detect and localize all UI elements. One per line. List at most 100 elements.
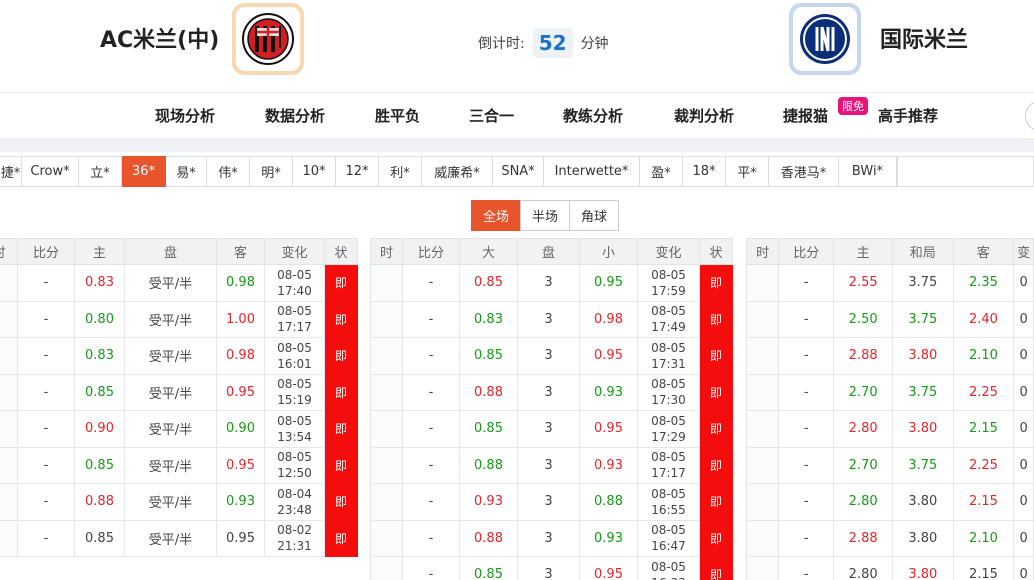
bookmaker-tab[interactable]: 18*: [683, 156, 726, 187]
time-cell: [745, 300, 780, 338]
score-cell: -: [402, 264, 460, 302]
nav-data-analysis[interactable]: 数据分析: [265, 105, 325, 126]
away-team-logo[interactable]: [789, 3, 861, 75]
table-row[interactable]: -2.80 3.80 2.15 0: [745, 483, 1034, 521]
change-time-cell: 08-05 17:31: [637, 337, 700, 375]
draw-odds-cell: 3.75: [892, 264, 954, 302]
away-win-odds-cell: 2.35: [952, 264, 1015, 302]
bookmaker-tab[interactable]: 36*: [122, 156, 166, 187]
bookmaker-tab[interactable]: 盈*: [640, 156, 683, 187]
change-date: 08-05: [277, 304, 312, 319]
bookmaker-tab[interactable]: 立*: [79, 156, 122, 187]
bookmaker-tab[interactable]: 威廉希*: [422, 156, 493, 187]
home-team-name[interactable]: AC米兰(中): [100, 22, 219, 54]
table-row[interactable]: -0.83 3 0.98 08-05 17:49 即: [370, 300, 733, 338]
table-row[interactable]: -0.8530.9508-0516:33即: [370, 556, 733, 580]
table-row[interactable]: -2.70 3.75 2.25 0: [745, 373, 1034, 411]
bookmaker-tab[interactable]: 明*: [250, 156, 293, 187]
table-row[interactable]: -0.80 受平/半 1.00 08-05 17:17 即: [0, 300, 358, 338]
table-row[interactable]: -0.85 3 0.95 08-05 17:29 即: [370, 410, 733, 448]
bookmaker-tab[interactable]: 平*: [726, 156, 769, 187]
table-row[interactable]: -0.88 3 0.93 08-05 17:30 即: [370, 373, 733, 411]
home-win-odds-cell: 2.55: [833, 264, 893, 302]
table-row[interactable]: -0.93 3 0.88 08-05 16:55 即: [370, 483, 733, 521]
bookmaker-tab[interactable]: Interwette*: [544, 156, 640, 187]
bookmaker-tab[interactable]: 10*: [293, 156, 336, 187]
bookmaker-tab[interactable]: Crow*: [22, 156, 79, 187]
handicap-line-cell: 受平/半: [124, 446, 217, 484]
home-win-odds-cell: 2.70: [833, 373, 893, 411]
score-cell: -: [17, 519, 75, 557]
table-row[interactable]: -0.90 受平/半 0.90 08-05 13:54 即: [0, 410, 358, 448]
bookmaker-tab[interactable]: 伟*: [207, 156, 250, 187]
change-time: 12:50: [277, 466, 312, 481]
score-cell: -: [778, 519, 835, 557]
away-win-odds-cell: 2.15: [952, 556, 1015, 580]
time-cell: [370, 373, 403, 411]
table-row[interactable]: -2.88 3.80 2.10 0: [745, 519, 1034, 557]
home-odds-cell: 0.85: [74, 373, 125, 411]
table-row[interactable]: -0.85 3 0.95 08-05 17:31 即: [370, 337, 733, 375]
free-badge: 限免: [838, 97, 869, 115]
ac-milan-crest-icon: [242, 13, 294, 65]
table-row[interactable]: -2.70 3.75 2.25 0: [745, 446, 1034, 484]
table-header-row: 时比分主盘客变化状: [0, 238, 358, 265]
nav-coach-analysis[interactable]: 教练分析: [563, 105, 623, 126]
table-row[interactable]: -2.80 3.80 2.15 0: [745, 556, 1034, 580]
change-date: 08-05: [651, 559, 686, 574]
away-odds-cell: 0.98: [216, 264, 265, 302]
column-header: 小: [579, 238, 638, 265]
nav-win-draw-lose[interactable]: 胜平负: [375, 105, 420, 126]
table-row[interactable]: -2.50 3.75 2.40 0: [745, 300, 1034, 338]
change-time-cell: 08-05 17:29: [637, 410, 700, 448]
nav-jiebao-cat[interactable]: 捷报猫 限免: [783, 97, 869, 126]
home-win-odds-cell: 2.70: [833, 446, 893, 484]
nav-three-in-one[interactable]: 三合一: [469, 105, 514, 126]
change-time: 17:31: [651, 356, 686, 371]
state-cell: 即: [699, 300, 733, 338]
nav-onsite-analysis[interactable]: 现场分析: [155, 105, 215, 126]
period-half-time[interactable]: 半场: [520, 200, 570, 231]
home-team-logo[interactable]: [232, 3, 304, 75]
away-team-name[interactable]: 国际米兰: [880, 22, 968, 54]
countdown: 倒计时: 52 分钟: [478, 28, 609, 58]
away-win-odds-cell: 2.15: [952, 483, 1015, 521]
table-row[interactable]: -2.80 3.80 2.15 0: [745, 410, 1034, 448]
table-row[interactable]: -0.85 受平/半 0.95 08-05 15:19 即: [0, 373, 358, 411]
column-header: 状: [699, 238, 733, 265]
table-row[interactable]: -0.83 受平/半 0.98 08-05 16:01 即: [0, 337, 358, 375]
table-row[interactable]: -0.85 受平/半 0.95 08-05 12:50 即: [0, 446, 358, 484]
period-full-time[interactable]: 全场: [471, 200, 521, 231]
nav-referee-analysis[interactable]: 裁判分析: [674, 105, 734, 126]
column-header: 盘: [517, 238, 580, 265]
table-header-row: 时比分大盘小变化状: [370, 238, 733, 265]
time-cell: [745, 446, 780, 484]
bookmaker-tab[interactable]: 易*: [166, 156, 207, 187]
column-header: 时: [370, 238, 403, 265]
over-odds-cell: 0.85: [459, 556, 518, 580]
home-odds-cell: 0.83: [74, 264, 125, 302]
table-row[interactable]: -0.88 3 0.93 08-05 16:47 即: [370, 519, 733, 557]
score-cell: -: [778, 300, 835, 338]
table-row[interactable]: -0.88 受平/半 0.93 08-04 23:48 即: [0, 483, 358, 521]
bookmaker-tab[interactable]: 捷*: [0, 156, 22, 187]
table-row[interactable]: -2.55 3.75 2.35 0: [745, 264, 1034, 302]
bookmaker-tab[interactable]: 利*: [379, 156, 422, 187]
table-row[interactable]: -0.88 3 0.93 08-05 17:17 即: [370, 446, 733, 484]
change-date: 08-05: [651, 413, 686, 428]
table-row[interactable]: -0.85 3 0.95 08-05 17:59 即: [370, 264, 733, 302]
table-row[interactable]: -0.83 受平/半 0.98 08-05 17:40 即: [0, 264, 358, 302]
state-cell: 即: [699, 410, 733, 448]
nav-expert-picks[interactable]: 高手推荐: [878, 105, 938, 126]
bookmaker-tab[interactable]: 香港马*: [769, 156, 839, 187]
nav-more-button[interactable]: [1025, 101, 1034, 131]
bookmaker-tab[interactable]: BWi*: [839, 156, 897, 187]
table-row[interactable]: -2.88 3.80 2.10 0: [745, 337, 1034, 375]
home-win-odds-cell: 2.50: [833, 300, 893, 338]
table-row[interactable]: -0.85 受平/半 0.95 08-02 21:31 即: [0, 519, 358, 557]
away-win-odds-cell: 2.15: [952, 410, 1015, 448]
bookmaker-tab[interactable]: 12*: [336, 156, 379, 187]
period-corners[interactable]: 角球: [569, 200, 619, 231]
home-odds-cell: 0.85: [74, 446, 125, 484]
bookmaker-tab[interactable]: SNA*: [493, 156, 544, 187]
